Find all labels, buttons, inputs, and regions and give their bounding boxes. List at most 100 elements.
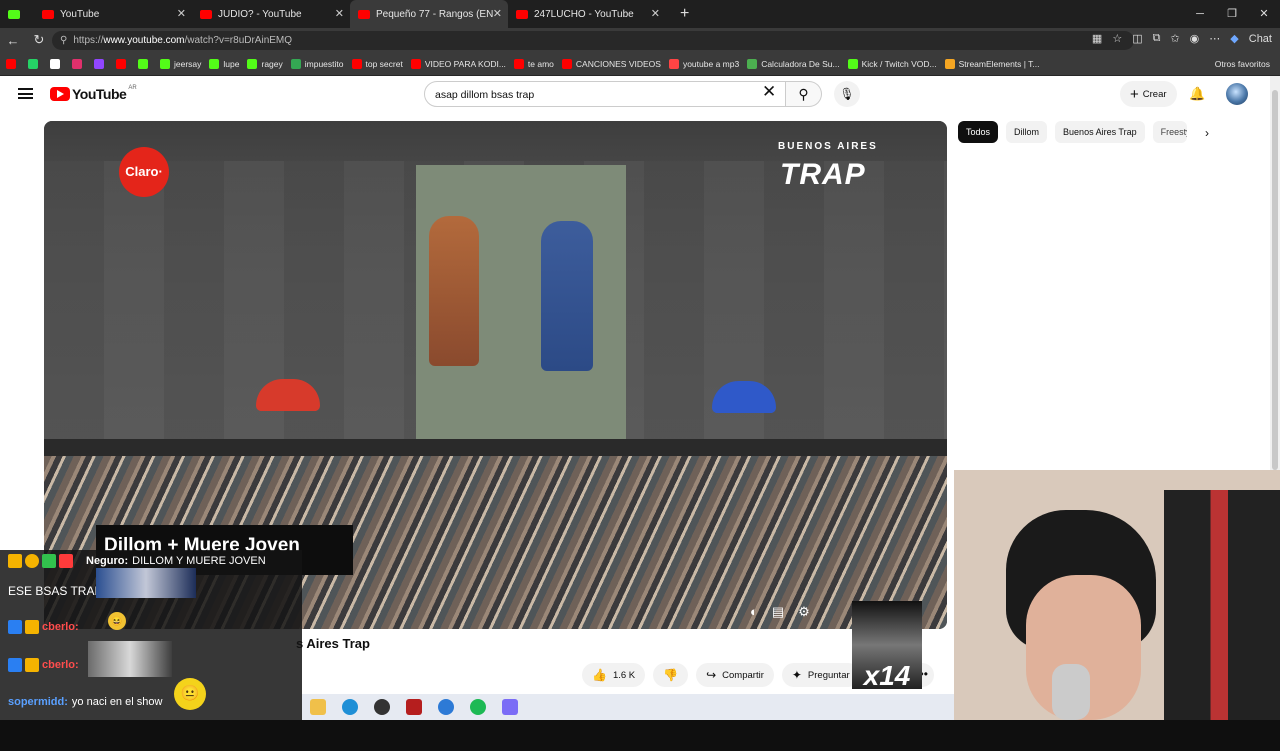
close-tab-icon[interactable]: ✕: [651, 7, 660, 20]
folder-icon[interactable]: [310, 699, 326, 715]
bookmark-icon: [247, 58, 258, 69]
like-button[interactable]: 👍 1.6 K: [582, 663, 646, 687]
app-icon[interactable]: [502, 699, 518, 715]
search-input[interactable]: asap dillom bsas trap: [424, 81, 786, 107]
voice-search-button[interactable]: 🎙: [834, 81, 860, 107]
bookmark-item[interactable]: Kick / Twitch VOD...: [847, 58, 937, 69]
bookmark-item[interactable]: te amo: [513, 58, 554, 69]
bookmark-item[interactable]: [94, 58, 108, 69]
hammer-badge-icon: [8, 620, 22, 634]
clear-search-icon[interactable]: ✕: [762, 82, 776, 102]
obs-icon[interactable]: [374, 699, 390, 715]
extensions-icon[interactable]: ⧉: [1153, 32, 1161, 45]
bookmark-icon: [6, 58, 16, 69]
bookmark-item[interactable]: youtube a mp3: [668, 58, 739, 69]
dislike-button[interactable]: 👎: [653, 663, 689, 687]
share-button[interactable]: ↪ Compartir: [696, 663, 774, 687]
url-field[interactable]: ⚲ https://www.youtube.com/watch?v=r8uDrA…: [52, 31, 1134, 50]
settings-gear-icon[interactable]: ⚙: [798, 604, 810, 620]
chip-buenos-aires-trap[interactable]: Buenos Aires Trap: [1055, 121, 1145, 143]
bookmark-item[interactable]: impuestito: [290, 58, 344, 69]
minimize-icon[interactable]: ─: [1184, 0, 1216, 28]
subtitles-icon[interactable]: ▤: [772, 604, 784, 620]
tab-kick[interactable]: [0, 0, 34, 28]
os-taskbar: [302, 694, 954, 720]
bookmark-item[interactable]: [116, 58, 130, 69]
like-count: 1.6 K: [612, 669, 636, 681]
new-tab-button[interactable]: +: [680, 5, 689, 23]
bookmark-item[interactable]: [138, 58, 152, 69]
hamburger-menu-icon[interactable]: [18, 88, 33, 99]
autoplay-toggle-icon[interactable]: ◐: [750, 604, 758, 620]
bookmark-item[interactable]: [50, 58, 64, 69]
video-app-icon[interactable]: [406, 699, 422, 715]
spotify-icon[interactable]: [470, 699, 486, 715]
bookmark-icon: [847, 58, 858, 69]
app-icon[interactable]: ▦: [1092, 32, 1102, 45]
close-window-icon[interactable]: ✕: [1248, 0, 1280, 28]
bookmark-item[interactable]: top secret: [351, 58, 403, 69]
favorites-icon[interactable]: ✩: [1170, 32, 1179, 45]
other-favorites[interactable]: Otros favoritos: [1215, 59, 1270, 69]
logo-text: YouTube: [72, 86, 127, 102]
reload-icon[interactable]: ↻: [26, 32, 52, 48]
bookmark-item[interactable]: [6, 58, 20, 69]
notifications-bell-icon[interactable]: 🔔: [1189, 86, 1205, 102]
claro-logo: Claro·: [119, 147, 169, 197]
bookmark-item[interactable]: [72, 58, 86, 69]
microphone-icon: [1052, 664, 1090, 720]
tab-247lucho[interactable]: 247LUCHO - YouTube ✕: [508, 0, 666, 28]
close-tab-icon[interactable]: ✕: [493, 7, 502, 20]
scrollbar-thumb[interactable]: [1272, 90, 1278, 470]
split-screen-icon[interactable]: ◫: [1132, 32, 1142, 45]
chat-label[interactable]: Chat: [1249, 33, 1272, 45]
bookmark-item[interactable]: StreamElements | T...: [944, 58, 1040, 69]
bookmark-icon: [160, 58, 170, 69]
restore-icon[interactable]: ❐: [1216, 0, 1248, 28]
page-info-icon[interactable]: ⚲: [60, 35, 67, 46]
tab-judio[interactable]: JUDIO? - YouTube ✕: [192, 0, 350, 28]
tab-youtube[interactable]: YouTube ✕: [34, 0, 192, 28]
copilot-icon[interactable]: ◆: [1230, 32, 1238, 45]
bookmark-item[interactable]: VIDEO PARA KODI...: [410, 58, 506, 69]
bookmark-item[interactable]: ragey: [247, 58, 283, 69]
chip-freestyle[interactable]: Freesty: [1152, 121, 1187, 143]
thumbs-up-icon: 👍: [592, 668, 607, 682]
crown-badge-icon: [25, 658, 39, 672]
screen-figure-left: [429, 216, 479, 366]
chat-message: cberlo:: [8, 620, 83, 634]
app-icon[interactable]: [438, 699, 454, 715]
avatar[interactable]: [1226, 83, 1248, 105]
bookmark-item[interactable]: Calculadora De Su...: [747, 58, 840, 69]
menu-icon[interactable]: ⋯: [1209, 32, 1220, 45]
favorite-star-icon[interactable]: ☆: [1112, 32, 1122, 45]
profile-icon[interactable]: ◉: [1190, 32, 1200, 45]
youtube-logo[interactable]: YouTube AR: [50, 85, 137, 102]
region-label: AR: [128, 85, 137, 91]
plus-icon: +: [1130, 85, 1139, 103]
edge-icon[interactable]: [342, 699, 358, 715]
url-prefix: https://: [73, 35, 104, 46]
thumbs-down-icon: 👎: [663, 668, 679, 682]
close-tab-icon[interactable]: ✕: [335, 7, 344, 20]
bookmark-label: StreamElements | T...: [958, 58, 1040, 69]
chevron-right-icon[interactable]: ›: [1205, 126, 1209, 140]
bookmark-item[interactable]: jeersay: [160, 58, 201, 69]
bookmark-icon: [513, 58, 524, 69]
ask-label: Preguntar: [807, 669, 850, 681]
coin-badge-icon: [25, 554, 39, 568]
back-icon[interactable]: ←: [0, 33, 26, 48]
chip-dillom[interactable]: Dillom: [1006, 121, 1048, 143]
ask-button[interactable]: ✦ Preguntar: [781, 663, 860, 687]
bookmark-item[interactable]: lupe: [209, 58, 239, 69]
search-button[interactable]: ⚲: [786, 81, 822, 107]
bookmark-item[interactable]: [28, 58, 42, 69]
search-icon: ⚲: [798, 86, 809, 102]
close-tab-icon[interactable]: ✕: [177, 7, 186, 20]
bookmark-label: ragey: [261, 58, 283, 69]
tab-pequeno[interactable]: Pequeño 77 - Rangos (EN VIVO BSA✕: [350, 0, 508, 28]
chip-todos[interactable]: Todos: [958, 121, 999, 143]
create-button[interactable]: + Crear: [1120, 81, 1177, 107]
youtube-icon: [358, 9, 370, 19]
bookmark-item[interactable]: CANCIONES VIDEOS: [561, 58, 661, 69]
